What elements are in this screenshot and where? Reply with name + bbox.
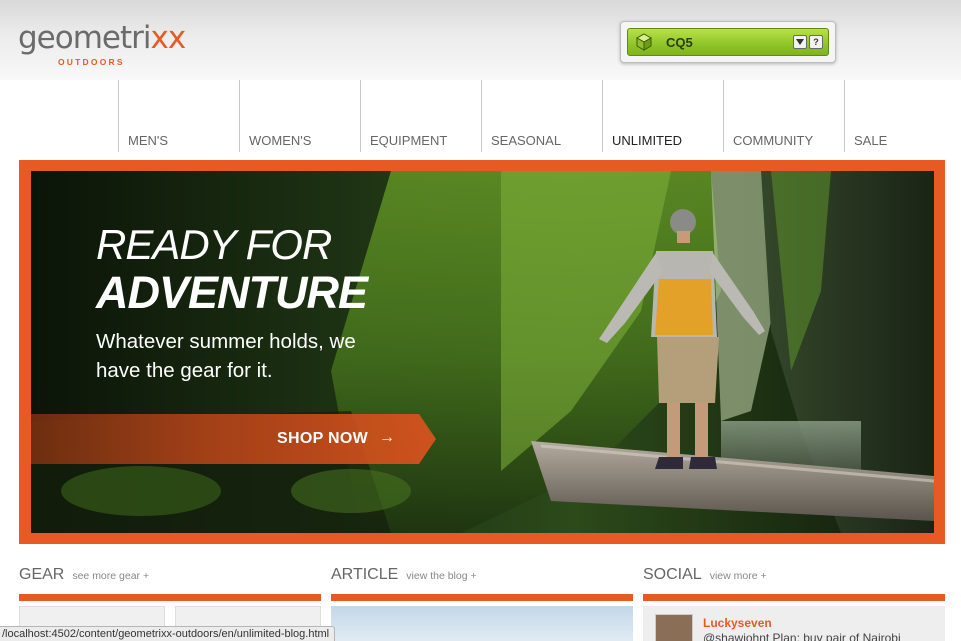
- cq5-sidekick: CQ5 ?: [620, 21, 836, 63]
- hero-headline-top: READY FOR: [96, 221, 332, 268]
- nav-label: COMMUNITY: [733, 133, 814, 148]
- nav-label: SALE: [854, 133, 888, 148]
- social-username[interactable]: Luckyseven: [703, 616, 772, 630]
- nav-item-unlimited[interactable]: UNLIMITED: [602, 80, 723, 152]
- nav-item-womens[interactable]: WOMEN'S: [239, 80, 360, 152]
- shop-now-label: SHOP NOW: [277, 430, 369, 447]
- nav-label: WOMEN'S: [249, 133, 312, 148]
- nav-item-sale[interactable]: SALE: [844, 80, 944, 152]
- nav-item-seasonal[interactable]: SEASONAL: [481, 80, 602, 152]
- nav-item-mens[interactable]: MEN'S: [118, 80, 239, 152]
- nav-label: EQUIPMENT: [370, 133, 448, 148]
- nav-label: UNLIMITED: [612, 133, 683, 148]
- site-header: geometrixx OUTDOORS CQ5 ?: [0, 0, 961, 80]
- hero-headline-main: ADVENTURE: [96, 267, 368, 318]
- main-nav: MEN'S WOMEN'S EQUIPMENT SEASONAL UNLIMIT…: [118, 80, 961, 152]
- nav-label: MEN'S: [128, 133, 169, 148]
- cube-icon: [635, 33, 653, 51]
- see-more-gear-link[interactable]: see more gear +: [72, 570, 149, 582]
- article-image[interactable]: [331, 606, 633, 641]
- social-title: SOCIAL: [643, 566, 702, 583]
- cq5-label: CQ5: [666, 35, 693, 50]
- help-button[interactable]: ?: [809, 35, 823, 49]
- gear-section-header: GEAR see more gear +: [19, 566, 149, 584]
- gear-divider: [19, 594, 321, 601]
- view-blog-link[interactable]: view the blog +: [406, 570, 476, 582]
- nav-item-community[interactable]: COMMUNITY: [723, 80, 844, 152]
- logo-suffix: xx: [150, 20, 187, 56]
- logo-subtitle: OUTDOORS: [58, 57, 125, 67]
- chevron-down-icon[interactable]: [793, 35, 807, 49]
- social-divider: [643, 594, 945, 601]
- browser-status-url: /localhost:4502/content/geometrixx-outdo…: [0, 626, 336, 641]
- article-title: ARTICLE: [331, 566, 399, 583]
- avatar[interactable]: [655, 614, 693, 641]
- site-logo[interactable]: geometrixx OUTDOORS: [18, 20, 187, 67]
- shop-now-background: [31, 414, 436, 464]
- hero-banner[interactable]: READY FOR ADVENTURE Whatever summer hold…: [31, 171, 934, 533]
- logo-wordmark: geometrixx: [18, 20, 187, 56]
- nav-item-equipment[interactable]: EQUIPMENT: [360, 80, 481, 152]
- social-section-header: SOCIAL view more +: [643, 566, 767, 584]
- logo-prefix: geometri: [18, 20, 151, 56]
- view-more-social-link[interactable]: view more +: [710, 570, 767, 582]
- cq5-bar[interactable]: CQ5 ?: [627, 28, 829, 56]
- social-post-text: @shawjohnt Plan: buy pair of Nairobi: [703, 631, 901, 641]
- nav-label: SEASONAL: [491, 133, 562, 148]
- arrow-right-icon: →: [379, 429, 395, 446]
- shop-now-button[interactable]: SHOP NOW →: [31, 414, 436, 464]
- gear-title: GEAR: [19, 566, 65, 583]
- article-section-header: ARTICLE view the blog +: [331, 566, 477, 584]
- hero-tagline: Whatever summer holds, we have the gear …: [96, 330, 356, 382]
- social-feed: Luckyseven @shawjohnt Plan: buy pair of …: [643, 606, 945, 641]
- article-divider: [331, 594, 633, 601]
